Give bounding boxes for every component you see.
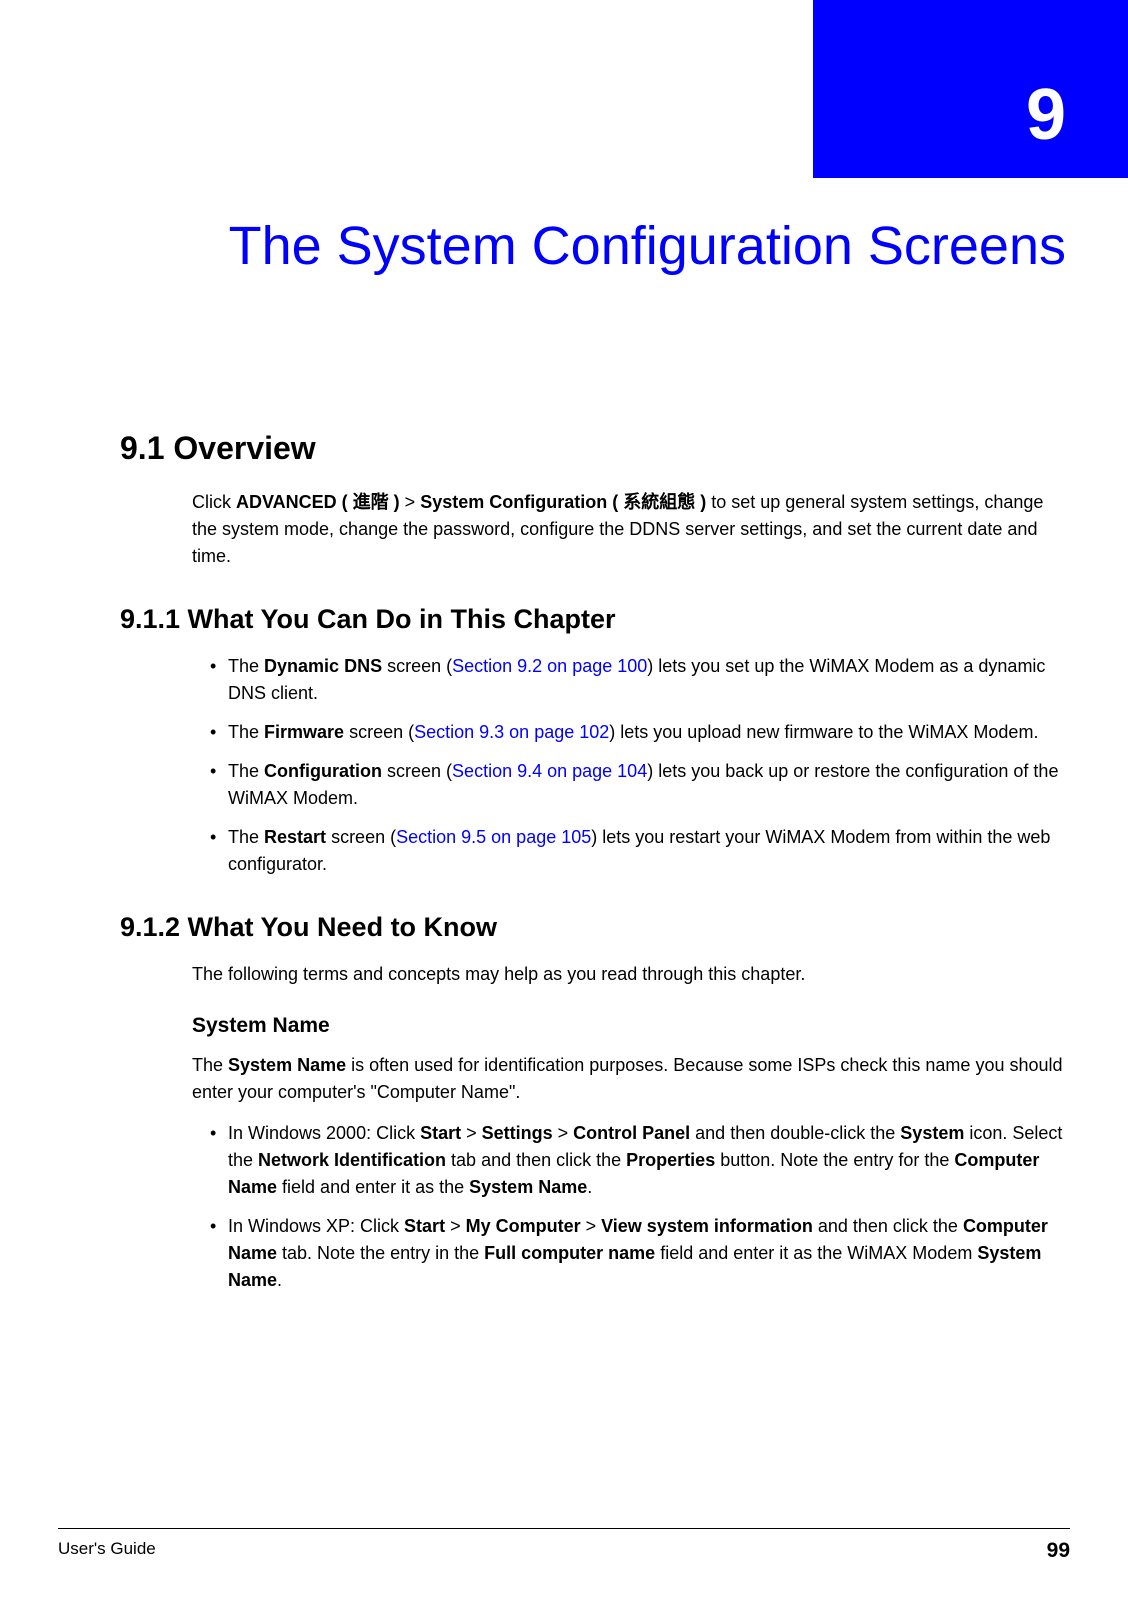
text: field and enter it as the WiMAX Modem	[655, 1243, 977, 1263]
text: In Windows 2000: Click	[228, 1123, 420, 1143]
page-number: 99	[1047, 1539, 1070, 1563]
ui-element: Properties	[626, 1150, 715, 1170]
text: field and enter it as the	[277, 1177, 469, 1197]
text: In Windows XP: Click	[228, 1216, 404, 1236]
list-item: In Windows XP: Click Start > My Computer…	[210, 1213, 1066, 1294]
term: System Name	[228, 1055, 346, 1075]
ui-element: Start	[404, 1216, 445, 1236]
chapter-number: 9	[1026, 74, 1066, 156]
text: Click	[192, 492, 236, 512]
ui-element: View system information	[601, 1216, 813, 1236]
text: The	[228, 656, 264, 676]
ui-element: Full computer name	[484, 1243, 655, 1263]
windows-instructions-list: In Windows 2000: Click Start > Settings …	[210, 1120, 1066, 1294]
need-to-know-intro: The following terms and concepts may hel…	[192, 961, 1066, 988]
text: The	[228, 827, 264, 847]
screen-name: Restart	[264, 827, 326, 847]
overview-paragraph: Click ADVANCED ( 進階 ) > System Configura…	[192, 489, 1066, 570]
content-area: 9.1 Overview Click ADVANCED ( 進階 ) > Sys…	[120, 430, 1066, 1306]
cjk-text: 進階	[353, 492, 389, 512]
text: >	[445, 1216, 466, 1236]
list-item: In Windows 2000: Click Start > Settings …	[210, 1120, 1066, 1201]
text: >	[581, 1216, 602, 1236]
text: tab and then click the	[446, 1150, 626, 1170]
screen-name: Dynamic DNS	[264, 656, 382, 676]
cross-reference-link[interactable]: Section 9.2 on page 100	[452, 656, 647, 676]
cjk-text: 系統組態	[623, 492, 695, 512]
ui-element: My Computer	[466, 1216, 581, 1236]
ui-element: Network Identification	[258, 1150, 446, 1170]
nav-advanced: ADVANCED ( 進階 )	[236, 492, 400, 512]
text: System Configuration (	[420, 492, 623, 512]
text: button. Note the entry for the	[715, 1150, 954, 1170]
screen-name: Firmware	[264, 722, 344, 742]
text: screen (	[326, 827, 396, 847]
text: .	[277, 1270, 282, 1290]
list-item: The Dynamic DNS screen (Section 9.2 on p…	[210, 653, 1066, 707]
text: >	[400, 492, 421, 512]
footer-guide-label: User's Guide	[58, 1539, 156, 1563]
chapter-tab: 9	[813, 0, 1128, 178]
ui-element: System	[900, 1123, 964, 1143]
text: screen (	[344, 722, 414, 742]
chapter-title: The System Configuration Screens	[120, 214, 1066, 280]
section-9-1-2-heading: 9.1.2 What You Need to Know	[120, 912, 1066, 943]
text: )	[695, 492, 706, 512]
text: and then click the	[813, 1216, 963, 1236]
system-name-subheading: System Name	[192, 1014, 1066, 1038]
list-item: The Firmware screen (Section 9.3 on page…	[210, 719, 1066, 746]
section-9-1-1-heading: 9.1.1 What You Can Do in This Chapter	[120, 604, 1066, 635]
text: ADVANCED (	[236, 492, 353, 512]
screen-name: Configuration	[264, 761, 382, 781]
text: The	[228, 761, 264, 781]
what-you-can-do-list: The Dynamic DNS screen (Section 9.2 on p…	[210, 653, 1066, 878]
page-footer: User's Guide 99	[58, 1528, 1070, 1563]
text: screen (	[382, 761, 452, 781]
text: )	[389, 492, 400, 512]
cross-reference-link[interactable]: Section 9.4 on page 104	[452, 761, 647, 781]
text: The	[228, 722, 264, 742]
ui-element: Control Panel	[573, 1123, 690, 1143]
ui-element: System Name	[469, 1177, 587, 1197]
text: ) lets you upload new firmware to the Wi…	[609, 722, 1038, 742]
ui-element: Settings	[482, 1123, 553, 1143]
text: >	[553, 1123, 574, 1143]
system-name-paragraph: The System Name is often used for identi…	[192, 1052, 1066, 1106]
ui-element: Start	[420, 1123, 461, 1143]
text: .	[587, 1177, 592, 1197]
text: tab. Note the entry in the	[277, 1243, 484, 1263]
text: >	[461, 1123, 482, 1143]
text: The	[192, 1055, 228, 1075]
cross-reference-link[interactable]: Section 9.3 on page 102	[414, 722, 609, 742]
list-item: The Restart screen (Section 9.5 on page …	[210, 824, 1066, 878]
section-9-1-heading: 9.1 Overview	[120, 430, 1066, 467]
cross-reference-link[interactable]: Section 9.5 on page 105	[396, 827, 591, 847]
document-page: 9 The System Configuration Screens 9.1 O…	[0, 0, 1128, 1597]
nav-system-configuration: System Configuration ( 系統組態 )	[420, 492, 706, 512]
text: screen (	[382, 656, 452, 676]
list-item: The Configuration screen (Section 9.4 on…	[210, 758, 1066, 812]
text: and then double-click the	[690, 1123, 900, 1143]
